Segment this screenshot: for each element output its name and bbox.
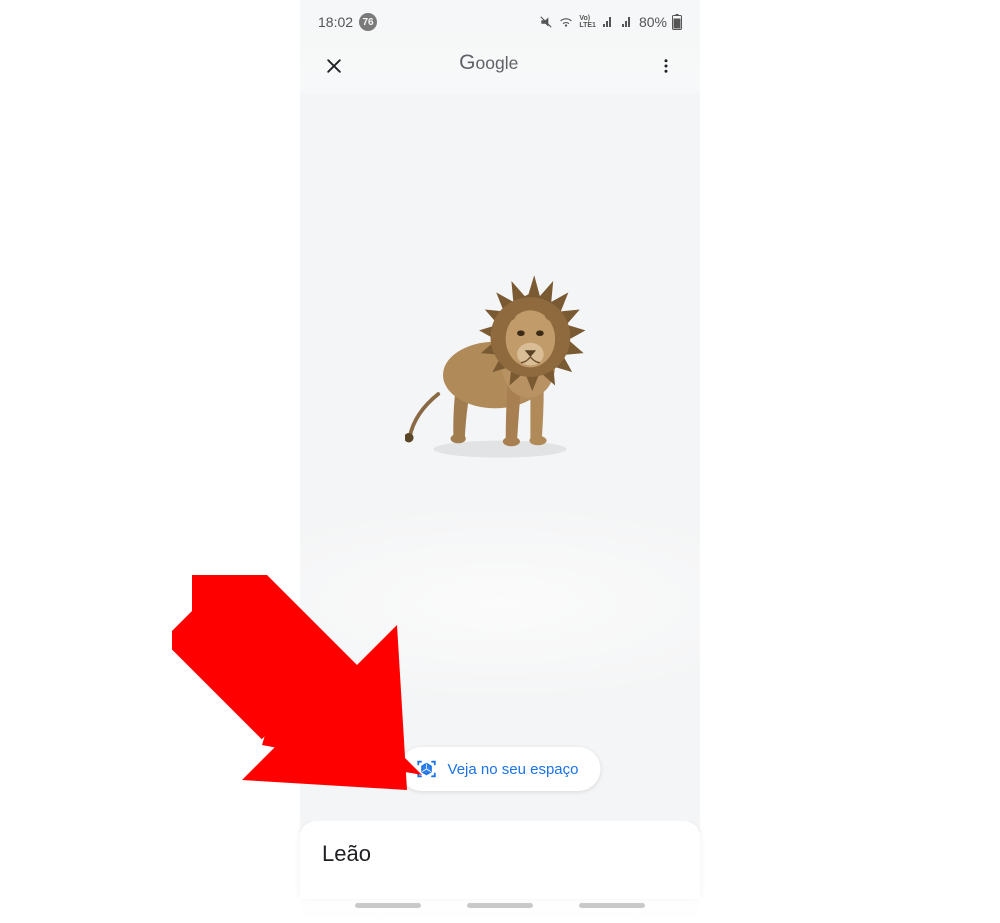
info-sheet[interactable]: Leão	[300, 821, 700, 899]
nav-recents-button[interactable]	[355, 903, 421, 908]
lion-3d-model	[405, 251, 595, 460]
status-left: 18:02 76	[318, 13, 377, 31]
status-bar: 18:02 76 Vo)LTE1 80%	[300, 6, 700, 38]
more-options-button[interactable]	[650, 50, 682, 82]
svg-text:G: G	[459, 50, 475, 73]
android-navbar	[300, 899, 700, 923]
close-button[interactable]	[318, 50, 350, 82]
battery-icon	[672, 14, 682, 30]
notification-count-badge: 76	[359, 13, 377, 31]
nav-back-button[interactable]	[579, 903, 645, 908]
status-right: Vo)LTE1 80%	[539, 14, 682, 30]
wifi-icon	[558, 15, 574, 29]
svg-text:oogle: oogle	[476, 52, 519, 72]
app-bar: G oogle	[300, 38, 700, 94]
subject-title: Leão	[322, 841, 678, 867]
mute-icon	[539, 15, 553, 29]
volte-indicator: Vo)LTE1	[579, 15, 596, 29]
phone-screen: 18:02 76 Vo)LTE1 80%	[300, 0, 700, 923]
signal-icon-2	[620, 16, 634, 28]
ar-viewer[interactable]: Veja no seu espaço	[300, 94, 700, 821]
page-title: G oogle	[459, 49, 541, 84]
clock: 18:02	[318, 14, 353, 30]
nav-home-button[interactable]	[467, 903, 533, 908]
ar-button-label: Veja no seu espaço	[448, 761, 579, 778]
view-in-your-space-button[interactable]: Veja no seu espaço	[400, 747, 601, 791]
ar-cube-icon	[416, 758, 438, 780]
battery-percent: 80%	[639, 14, 667, 30]
signal-icon	[601, 16, 615, 28]
